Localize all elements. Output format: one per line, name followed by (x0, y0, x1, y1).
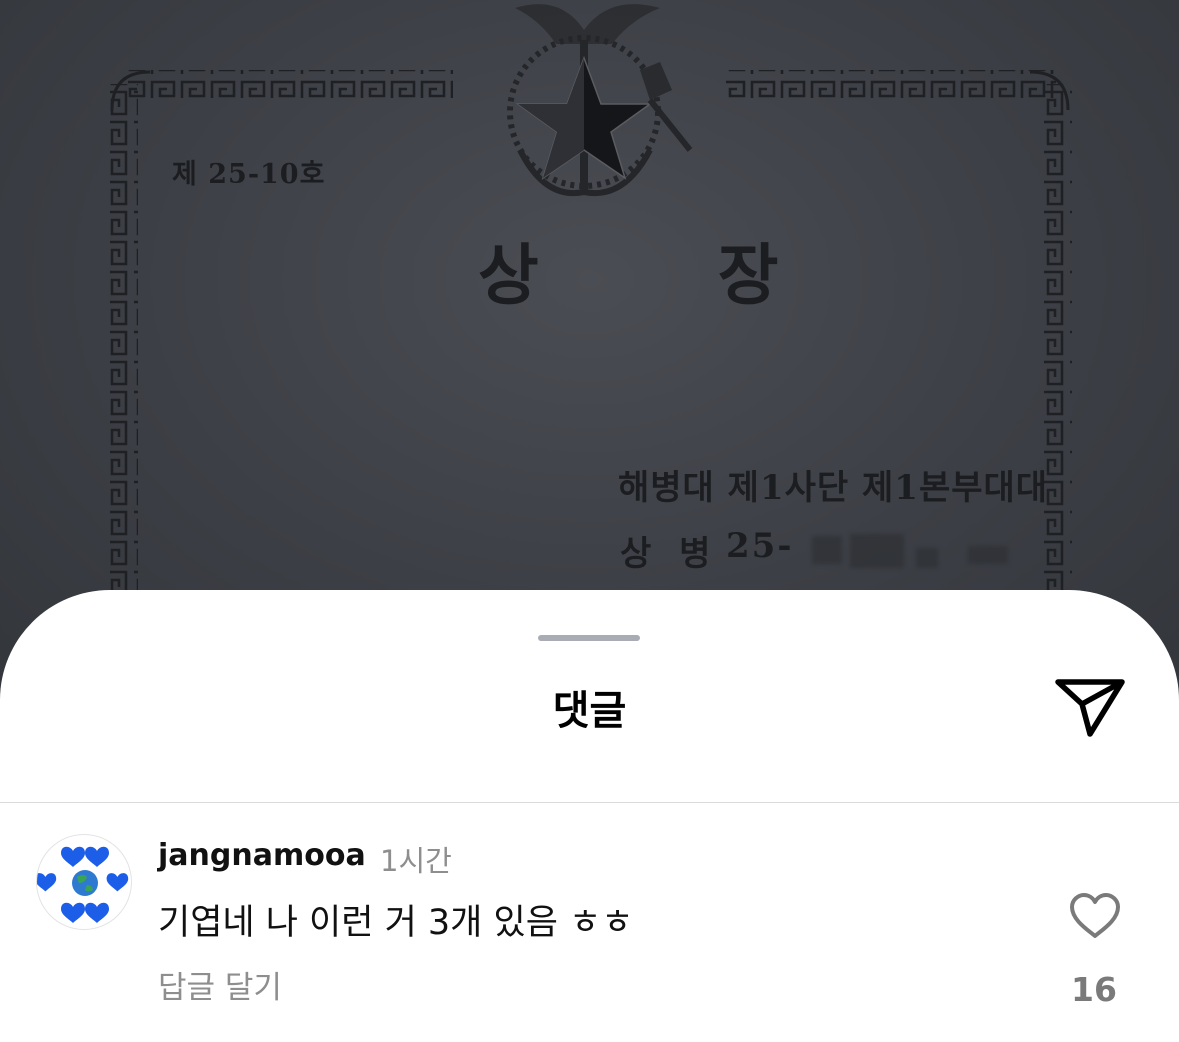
avatar[interactable] (36, 834, 132, 930)
redacted-serial-block (968, 546, 1008, 564)
comments-sheet: 댓글 jangnamooa 1시간 기엽네 나 이런 거 3개 있음 ㅎㅎ 답글… (0, 590, 1179, 1042)
earth-with-blue-hearts-icon (37, 846, 129, 923)
heart-outline-icon (1070, 893, 1120, 938)
certificate-unit-line: 해병대 제1사단 제1본부대대 (618, 468, 1049, 508)
certificate-title: 상 장 (478, 236, 857, 314)
header-divider (0, 802, 1179, 803)
share-button[interactable] (1052, 676, 1128, 740)
certificate-rank: 상 병 (620, 534, 719, 574)
redacted-serial-block (916, 548, 938, 568)
sheet-grabber[interactable] (538, 635, 640, 641)
certificate-number: 제 25-10호 (172, 159, 326, 190)
certificate-serial: 25- (726, 526, 794, 566)
emblem-graphic (507, 4, 693, 197)
redacted-serial-block (850, 534, 904, 568)
sheet-title: 댓글 (552, 688, 627, 734)
comment-timestamp: 1시간 (380, 844, 452, 878)
like-button[interactable] (1068, 892, 1122, 940)
paper-plane-icon (1055, 679, 1125, 737)
redacted-serial-block (812, 536, 842, 564)
comment-text: 기엽네 나 이런 거 3개 있음 ㅎㅎ (158, 903, 634, 943)
comment-username[interactable]: jangnamooa (158, 838, 366, 873)
reply-button[interactable]: 답글 달기 (158, 962, 282, 1007)
like-count: 16 (1071, 970, 1117, 1009)
